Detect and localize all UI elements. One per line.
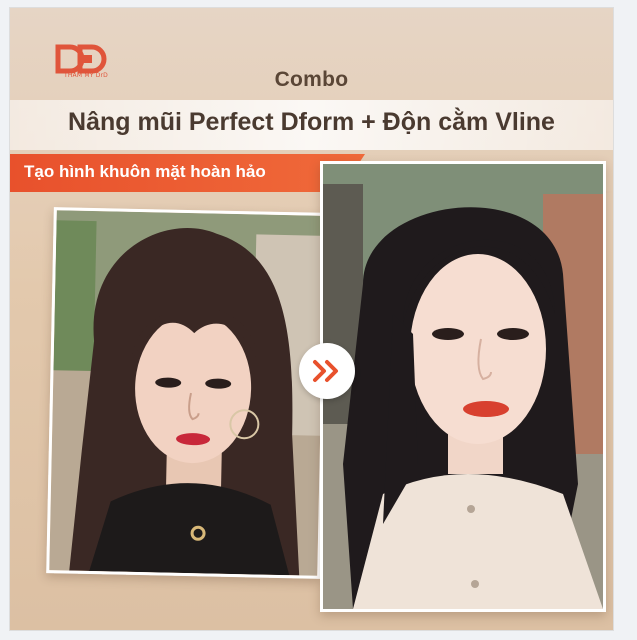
slogan-text: Tạo hình khuôn mặt hoàn hảo — [24, 162, 266, 181]
after-portrait — [323, 164, 603, 609]
double-chevron-right-icon — [313, 360, 338, 382]
before-photo — [46, 207, 328, 579]
before-after-arrow — [299, 343, 355, 399]
post-image-card[interactable]: THẨM MỸ DrD Combo Nâng mũi Perfect Dform… — [10, 8, 613, 630]
page-frame: THẨM MỸ DrD Combo Nâng mũi Perfect Dform… — [0, 0, 637, 640]
service-title: Nâng mũi Perfect Dform + Độn cằm Vline — [68, 108, 555, 136]
after-photo — [320, 161, 606, 612]
combo-label: Combo — [274, 68, 349, 91]
before-portrait — [49, 210, 325, 576]
